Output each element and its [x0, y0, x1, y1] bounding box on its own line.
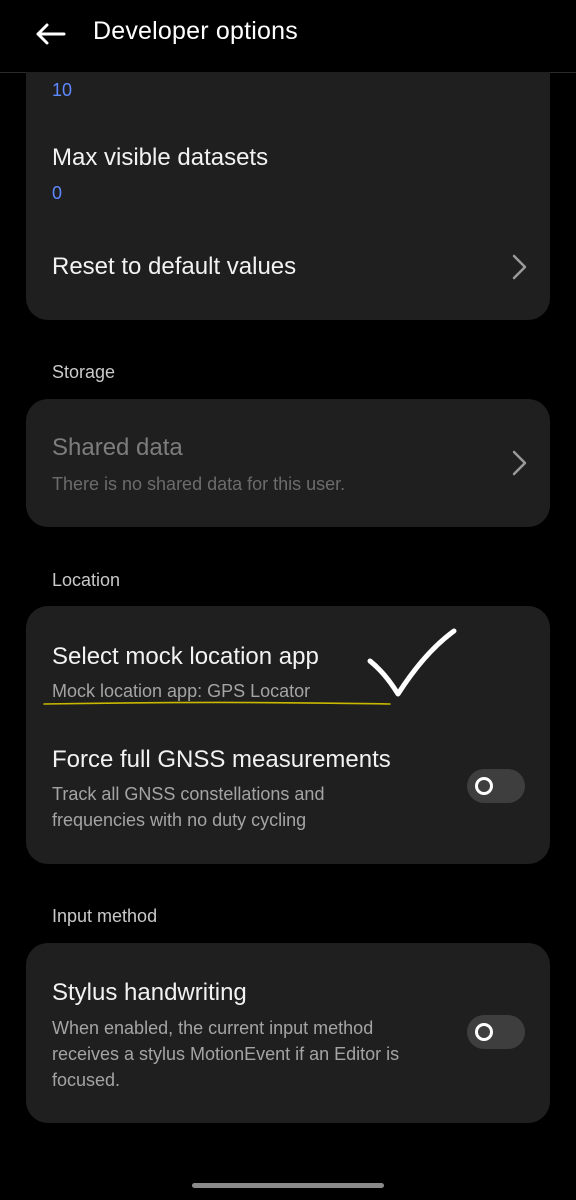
shared-data-title: Shared data: [52, 434, 183, 461]
page-title: Developer options: [93, 17, 298, 45]
arrow-left-icon: [36, 23, 66, 45]
debug-settings-card: 10 Max visible datasets 0 Reset to defau…: [26, 72, 550, 320]
toggle-knob: [475, 1023, 493, 1041]
mock-location-subtitle: Mock location app: GPS Locator: [52, 681, 311, 701]
shared-data-subtitle: There is no shared data for this user.: [52, 474, 346, 494]
stylus-handwriting-title: Stylus handwriting: [52, 979, 247, 1006]
mock-location-app-row[interactable]: Select mock location app Mock location a…: [26, 606, 550, 716]
storage-card: Shared data There is no shared data for …: [26, 399, 550, 527]
force-gnss-toggle[interactable]: [467, 769, 525, 803]
force-gnss-row[interactable]: Force full GNSS measurements Track all G…: [26, 724, 550, 854]
section-header-storage: Storage: [52, 362, 116, 382]
section-header-location: Location: [52, 570, 121, 590]
stylus-handwriting-row[interactable]: Stylus handwriting When enabled, the cur…: [26, 943, 550, 1123]
stylus-handwriting-toggle[interactable]: [467, 1015, 525, 1049]
chevron-right-icon: [512, 254, 527, 280]
stylus-subtitle-line3: focused.: [52, 1070, 121, 1090]
input-method-card: Stylus handwriting When enabled, the cur…: [26, 943, 550, 1123]
force-gnss-title: Force full GNSS measurements: [52, 746, 391, 773]
reset-defaults-row[interactable]: Reset to default values: [26, 222, 550, 312]
force-gnss-subtitle-line2: frequencies with no duty cycling: [52, 810, 307, 830]
section-header-input-method: Input method: [52, 906, 158, 926]
max-visible-datasets-value: 0: [52, 183, 63, 203]
force-gnss-subtitle-line1: Track all GNSS constellations and: [52, 784, 325, 804]
toggle-knob: [475, 777, 493, 795]
location-card: Select mock location app Mock location a…: [26, 606, 550, 864]
stylus-subtitle-line1: When enabled, the current input method: [52, 1018, 374, 1038]
partial-setting-value: 10: [52, 80, 73, 100]
max-visible-datasets-row[interactable]: Max visible datasets 0: [26, 120, 550, 220]
shared-data-row[interactable]: Shared data There is no shared data for …: [26, 399, 550, 527]
max-visible-datasets-title: Max visible datasets: [52, 144, 269, 171]
chevron-right-icon: [512, 450, 527, 476]
mock-location-title: Select mock location app: [52, 643, 319, 670]
gesture-nav-handle[interactable]: [192, 1183, 384, 1188]
back-button[interactable]: [28, 14, 72, 54]
stylus-subtitle-line2: receives a stylus MotionEvent if an Edit…: [52, 1044, 400, 1064]
reset-defaults-title: Reset to default values: [52, 253, 297, 280]
top-app-bar: Developer options: [0, 0, 576, 73]
